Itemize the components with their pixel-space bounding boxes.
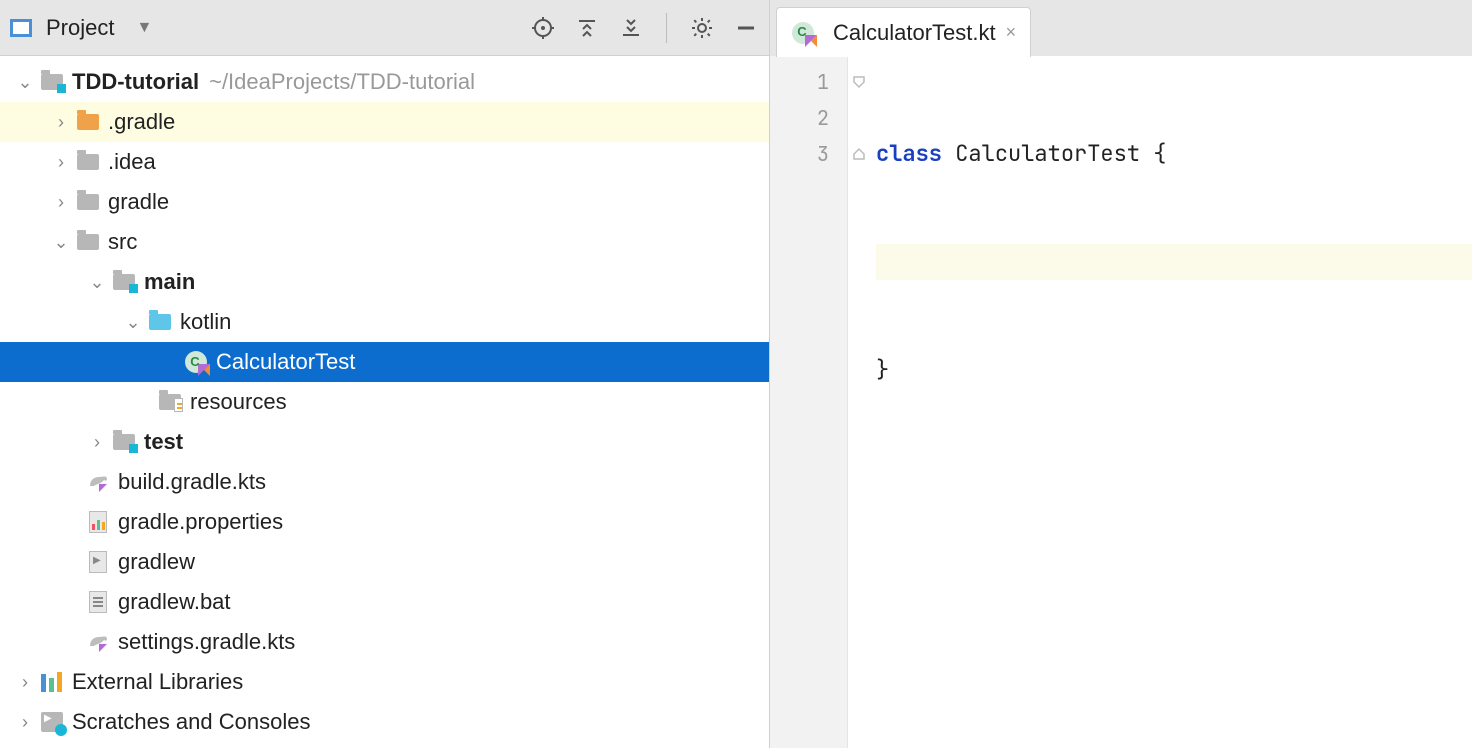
chevron-right-icon[interactable]: › (14, 711, 36, 733)
project-tool-window: Project ▼ ⌄ TDD-tutorial ~/IdeaProjects/… (0, 0, 770, 748)
resources-folder-icon (158, 391, 182, 413)
tree-node-external-libraries[interactable]: › External Libraries (0, 662, 769, 702)
tree-node-idea[interactable]: › .idea (0, 142, 769, 182)
chevron-right-icon[interactable]: › (50, 191, 72, 213)
tree-node-settings-gradle[interactable]: settings.gradle.kts (0, 622, 769, 662)
minimize-icon[interactable] (733, 15, 759, 41)
tree-label: CalculatorTest (216, 349, 355, 375)
scratches-icon (40, 711, 64, 733)
module-folder-icon (112, 271, 136, 293)
editor-tabbar: CalculatorTest.kt × (770, 0, 1472, 56)
shell-file-icon (86, 551, 110, 573)
editor-panel: CalculatorTest.kt × 1 2 3 class Calculat… (770, 0, 1472, 748)
editor-body[interactable]: 1 2 3 class CalculatorTest { } (770, 56, 1472, 748)
line-number: 1 (770, 64, 847, 100)
kotlin-class-icon (791, 22, 815, 44)
libraries-icon (40, 671, 64, 693)
tree-label: src (108, 229, 137, 255)
tree-node-resources[interactable]: resources (0, 382, 769, 422)
chevron-right-icon[interactable]: › (14, 671, 36, 693)
tab-label: CalculatorTest.kt (833, 20, 996, 46)
project-view-selector[interactable]: Project ▼ (10, 15, 152, 41)
tree-label: TDD-tutorial (72, 69, 199, 95)
tree-node-build-gradle[interactable]: build.gradle.kts (0, 462, 769, 502)
tree-node-src[interactable]: ⌄ src (0, 222, 769, 262)
locate-icon[interactable] (530, 15, 556, 41)
code-line: } (876, 352, 1472, 388)
project-tool-window-icon (10, 19, 32, 37)
tree-label: build.gradle.kts (118, 469, 266, 495)
tree-path-hint: ~/IdeaProjects/TDD-tutorial (209, 69, 475, 95)
tree-node-kotlin[interactable]: ⌄ kotlin (0, 302, 769, 342)
chevron-right-icon[interactable]: › (86, 431, 108, 453)
gradle-kotlin-icon (86, 471, 110, 493)
line-number: 2 (770, 100, 847, 136)
folder-icon (76, 191, 100, 213)
module-folder-icon (40, 71, 64, 93)
collapse-all-icon[interactable] (618, 15, 644, 41)
project-header-actions (530, 13, 759, 43)
project-title-label: Project (46, 15, 114, 41)
line-number-gutter: 1 2 3 (770, 56, 848, 748)
chevron-down-icon[interactable]: ⌄ (122, 311, 144, 333)
tree-label: kotlin (180, 309, 231, 335)
gradle-kotlin-icon (86, 631, 110, 653)
tree-node-gradlew[interactable]: gradlew (0, 542, 769, 582)
tree-label: .idea (108, 149, 156, 175)
tree-label: resources (190, 389, 287, 415)
gear-icon[interactable] (689, 15, 715, 41)
chevron-right-icon[interactable]: › (50, 151, 72, 173)
tree-label: .gradle (108, 109, 175, 135)
fold-start-icon[interactable] (848, 64, 870, 100)
project-header: Project ▼ (0, 0, 769, 56)
tree-label: gradle.properties (118, 509, 283, 535)
folder-icon (76, 231, 100, 253)
keyword: class (876, 139, 942, 168)
chevron-down-icon[interactable]: ⌄ (50, 231, 72, 253)
module-folder-icon (112, 431, 136, 453)
code-text: CalculatorTest { (942, 139, 1166, 168)
tree-node-calculator-test[interactable]: CalculatorTest (0, 342, 769, 382)
project-tree: ⌄ TDD-tutorial ~/IdeaProjects/TDD-tutori… (0, 56, 769, 748)
source-folder-icon (148, 311, 172, 333)
chevron-down-icon[interactable]: ⌄ (86, 271, 108, 293)
excluded-folder-icon (76, 111, 100, 133)
tree-label: gradlew (118, 549, 195, 575)
tree-label: settings.gradle.kts (118, 629, 295, 655)
folder-icon (76, 151, 100, 173)
tree-node-scratches[interactable]: › Scratches and Consoles (0, 702, 769, 742)
tree-node-gradle-properties[interactable]: gradle.properties (0, 502, 769, 542)
tree-node-root[interactable]: ⌄ TDD-tutorial ~/IdeaProjects/TDD-tutori… (0, 62, 769, 102)
fold-gutter (848, 56, 870, 748)
code-area[interactable]: class CalculatorTest { } (870, 56, 1472, 748)
kotlin-class-icon (184, 351, 208, 373)
tree-label: External Libraries (72, 669, 243, 695)
tree-node-main[interactable]: ⌄ main (0, 262, 769, 302)
chevron-down-icon[interactable]: ⌄ (14, 71, 36, 93)
expand-all-icon[interactable] (574, 15, 600, 41)
text-file-icon (86, 591, 110, 613)
tree-label: test (144, 429, 183, 455)
tree-node-gradle-hidden[interactable]: › .gradle (0, 102, 769, 142)
tree-label: gradle (108, 189, 169, 215)
separator (666, 13, 667, 43)
code-line: class CalculatorTest { (876, 136, 1472, 172)
tree-node-gradlew-bat[interactable]: gradlew.bat (0, 582, 769, 622)
chevron-right-icon[interactable]: › (50, 111, 72, 133)
tree-label: main (144, 269, 195, 295)
line-number: 3 (770, 136, 847, 172)
tree-label: Scratches and Consoles (72, 709, 310, 735)
editor-tab[interactable]: CalculatorTest.kt × (776, 7, 1031, 57)
tree-node-test[interactable]: › test (0, 422, 769, 462)
code-line (876, 244, 1472, 280)
code-text: } (876, 355, 889, 384)
tree-label: gradlew.bat (118, 589, 231, 615)
properties-file-icon (86, 511, 110, 533)
close-icon[interactable]: × (1006, 22, 1017, 43)
chevron-down-icon: ▼ (136, 19, 152, 37)
tree-node-gradle[interactable]: › gradle (0, 182, 769, 222)
fold-end-icon[interactable] (848, 136, 870, 172)
